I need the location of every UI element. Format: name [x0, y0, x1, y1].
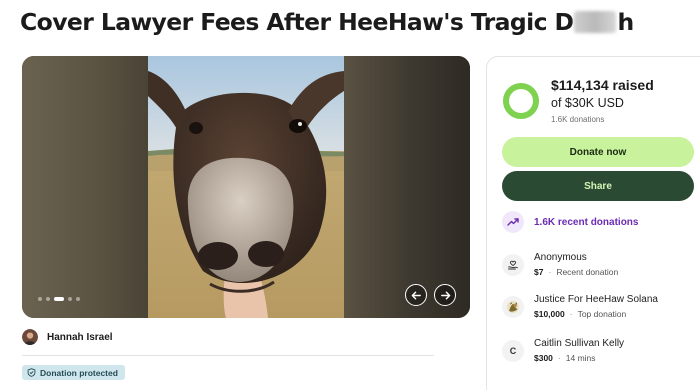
goal-amount: of $30K USD — [551, 96, 624, 110]
donor-meta: $300 · 14 mins — [534, 353, 624, 363]
donor-amount: $300 — [534, 353, 553, 363]
page-title-end: h — [617, 8, 634, 36]
organizer[interactable]: Hannah Israel — [22, 329, 113, 345]
donor-meta: $10,000 · Top donation — [534, 309, 658, 319]
organizer-name[interactable]: Hannah Israel — [47, 332, 113, 343]
donor-name: Caitlin Sullivan Kelly — [534, 338, 625, 349]
donor-meta: $7 · Recent donation — [534, 267, 618, 277]
shield-icon — [27, 368, 36, 377]
gallery-dot[interactable] — [46, 297, 50, 301]
separator-dot: · — [569, 309, 573, 319]
donor-name: Justice For HeeHaw Solana — [534, 294, 658, 305]
donate-now-button[interactable]: Donate now — [502, 137, 694, 167]
progress-ring — [503, 83, 539, 119]
donation-protected-label: Donation protected — [40, 367, 118, 378]
gallery-next-button[interactable] — [434, 284, 456, 306]
donor-amount: $7 — [534, 267, 544, 277]
separator-dot: · — [557, 353, 561, 363]
gallery-backdrop-left — [22, 56, 148, 318]
donor-note: 14 mins — [565, 353, 596, 363]
gallery-dot[interactable] — [68, 297, 72, 301]
donor-note: Top donation — [577, 309, 627, 319]
trending-up-icon — [502, 211, 524, 233]
gallery-backdrop-right — [344, 56, 470, 318]
share-button[interactable]: Share — [502, 171, 694, 201]
avatar — [502, 295, 524, 318]
gallery-photo-donkey — [148, 56, 344, 318]
gallery-dot[interactable] — [38, 297, 42, 301]
page-title: Cover Lawyer Fees After HeeHaw's Tragic … — [20, 8, 634, 36]
arrow-left-icon — [411, 291, 421, 299]
heart-hand-icon — [502, 253, 524, 276]
gallery-prev-button[interactable] — [405, 284, 427, 306]
gallery-pagination — [38, 297, 80, 301]
donor-initial-avatar: C — [502, 339, 524, 362]
donor-note: Recent donation — [556, 267, 619, 277]
photo-gallery[interactable] — [22, 56, 470, 318]
recent-donations-label[interactable]: 1.6K recent donations — [534, 217, 638, 228]
arrow-right-icon — [440, 291, 450, 299]
separator-dot: · — [548, 267, 552, 277]
donor-amount: $10,000 — [534, 309, 565, 319]
donation-card: $114,134 raised of $30K USD 1.6K donatio… — [486, 56, 700, 390]
donor-item: C Caitlin Sullivan Kelly $300 · 14 mins — [502, 338, 624, 363]
gallery-dot-active[interactable] — [54, 297, 64, 301]
amount-raised: $114,134 raised — [551, 77, 654, 93]
donor-item: Justice For HeeHaw Solana $10,000 · Top do… — [502, 294, 658, 319]
organizer-avatar[interactable] — [22, 329, 38, 345]
recent-donations-link[interactable]: 1.6K recent donations — [502, 211, 638, 233]
gallery-nav — [405, 284, 456, 306]
donation-protected-badge[interactable]: Donation protected — [22, 365, 125, 380]
redacted-text — [574, 11, 617, 33]
donor-item: Anonymous $7 · Recent donation — [502, 252, 618, 277]
donations-count: 1.6K donations — [551, 115, 605, 124]
donor-name: Anonymous — [534, 252, 587, 263]
divider — [22, 355, 434, 356]
page-title-start: Cover Lawyer Fees After HeeHaw's Tragic … — [20, 8, 574, 36]
gallery-dot[interactable] — [76, 297, 80, 301]
